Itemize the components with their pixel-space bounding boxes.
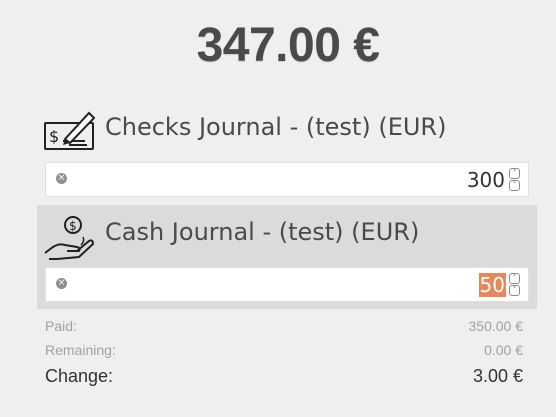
remaining-value: 0.00 €: [484, 342, 523, 358]
journal-name: Checks Journal - (test) (EUR): [105, 113, 447, 141]
payment-screen: 347.00 € $ Checks Journal - (test) (EUR)…: [0, 0, 556, 417]
clear-icon[interactable]: ×: [56, 278, 67, 289]
remaining-label: Remaining:: [45, 342, 116, 358]
total-amount: 347.00 €: [196, 19, 380, 72]
paid-row: Paid: 350.00 €: [45, 318, 523, 334]
change-row: Change: 3.00 €: [45, 366, 523, 387]
increment-icon[interactable]: ˄: [509, 168, 520, 179]
decrement-icon[interactable]: ˅: [509, 285, 520, 296]
payment-line-cash[interactable]: $ Cash Journal - (test) (EUR) × 50 ˄ ˅: [37, 205, 537, 309]
amount-input[interactable]: 50: [478, 273, 506, 297]
journal-header[interactable]: $ Cash Journal - (test) (EUR): [37, 205, 537, 263]
increment-icon[interactable]: ˄: [509, 273, 520, 284]
clear-icon[interactable]: ×: [56, 173, 67, 184]
amount-stepper[interactable]: ˄ ˅: [509, 168, 521, 192]
change-label: Change:: [45, 366, 114, 386]
decrement-icon[interactable]: ˅: [509, 180, 520, 191]
svg-text:$: $: [69, 219, 77, 233]
svg-text:$: $: [49, 127, 59, 146]
amount-stepper[interactable]: ˄ ˅: [509, 273, 521, 297]
amount-field[interactable]: × 300 ˄ ˅: [45, 162, 529, 197]
journal-name: Cash Journal - (test) (EUR): [105, 218, 420, 246]
change-value: 3.00 €: [472, 366, 523, 386]
remaining-row: Remaining: 0.00 €: [45, 342, 523, 358]
journal-header[interactable]: $ Checks Journal - (test) (EUR): [37, 100, 537, 158]
check-payment-icon: $: [44, 111, 96, 150]
cash-hand-icon: $: [44, 216, 95, 260]
paid-label: Paid:: [45, 318, 77, 334]
paid-value: 350.00 €: [468, 318, 524, 334]
amount-field[interactable]: × 50 ˄ ˅: [45, 267, 529, 302]
payment-line-checks[interactable]: $ Checks Journal - (test) (EUR) × 300 ˄ …: [37, 100, 537, 204]
amount-input[interactable]: 300: [466, 168, 506, 192]
